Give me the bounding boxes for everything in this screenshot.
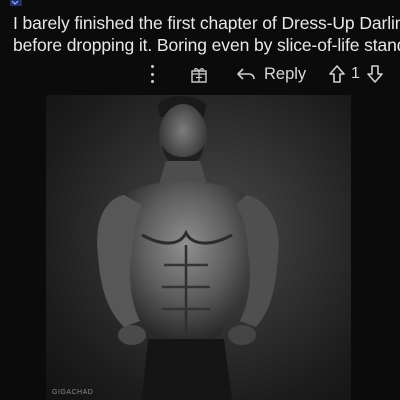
reply-label: Reply: [264, 64, 307, 83]
muscular-man-photo[interactable]: GIGACHAD: [46, 95, 351, 400]
image-watermark: GIGACHAD: [52, 389, 94, 396]
avatar-sliver-icon: [10, 0, 22, 6]
comment-line-1: I barely finished the first chapter of D…: [13, 13, 400, 33]
vote-controls: 1: [328, 61, 384, 87]
reply-button[interactable]: Reply: [236, 61, 306, 87]
vertical-ellipsis-icon[interactable]: [146, 65, 158, 83]
reply-arrow-icon: [237, 68, 255, 80]
figure-silhouette-icon: [97, 96, 279, 400]
arrow-up-icon[interactable]: [328, 64, 346, 84]
comment-actions-bar: Reply 1: [0, 60, 400, 88]
arrow-down-icon[interactable]: [366, 64, 384, 84]
comment-body: I barely finished the first chapter of D…: [13, 12, 400, 56]
vote-count: 1: [351, 65, 360, 82]
gift-award-icon[interactable]: [189, 64, 209, 84]
comment-screen: I barely finished the first chapter of D…: [0, 0, 400, 400]
comment-line-2: before dropping it. Boring even by slice…: [13, 35, 400, 55]
